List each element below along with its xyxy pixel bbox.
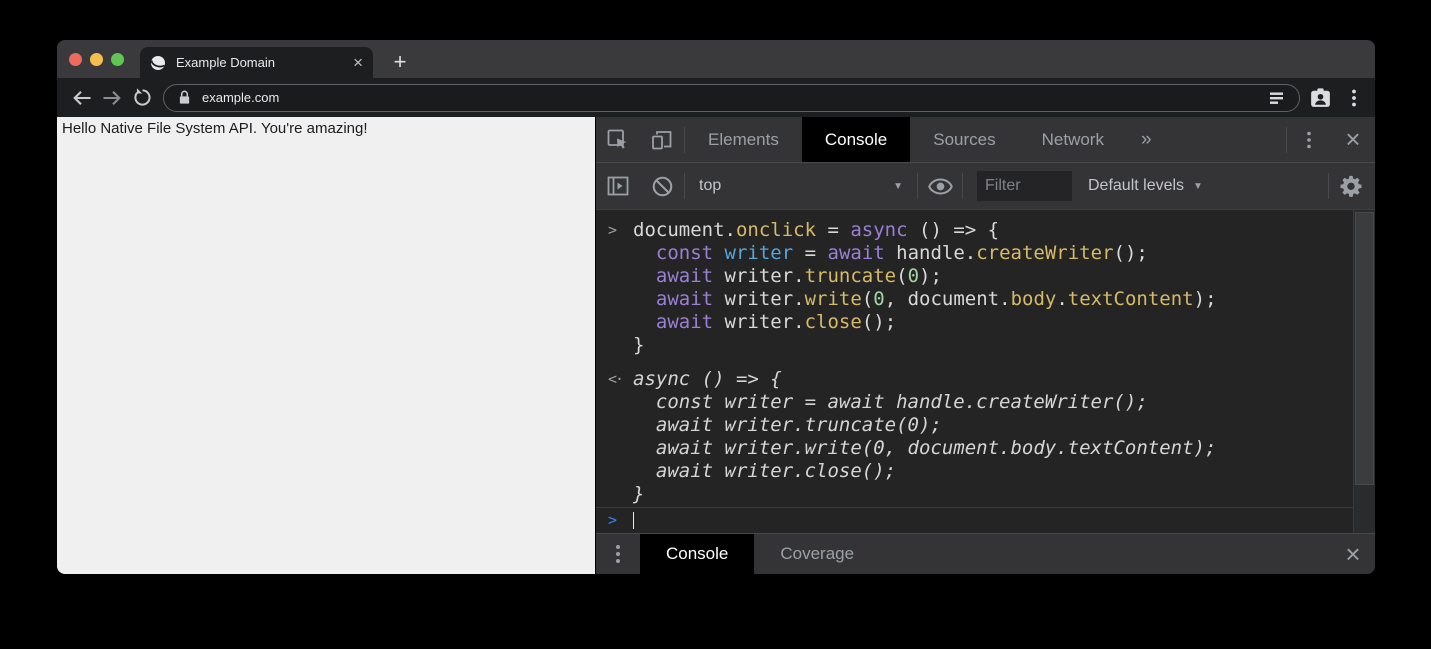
command-marker: > bbox=[596, 219, 633, 357]
reload-icon bbox=[131, 86, 154, 109]
browser-menu-button[interactable] bbox=[1343, 87, 1365, 109]
filter-input[interactable] bbox=[977, 171, 1072, 201]
code-line: const writer = await handle.createWriter… bbox=[633, 242, 1217, 265]
code-line: } bbox=[633, 334, 1217, 357]
prompt-marker: > bbox=[596, 509, 633, 532]
kebab-menu-icon bbox=[1299, 130, 1319, 150]
globe-favicon-icon bbox=[150, 55, 166, 71]
scrollbar-thumb[interactable] bbox=[1355, 212, 1374, 485]
console-scrollbar[interactable] bbox=[1353, 210, 1375, 533]
inspect-element-button[interactable] bbox=[596, 117, 640, 162]
browser-window: Example Domain × + bbox=[57, 40, 1375, 574]
code-line: async () => { bbox=[633, 368, 1216, 391]
live-expression-button[interactable] bbox=[918, 173, 962, 200]
console-toolbar: top ▼ Default levels ▼ bbox=[596, 163, 1375, 210]
context-selector[interactable]: top ▼ bbox=[685, 177, 917, 195]
console-prompt[interactable]: > bbox=[596, 507, 1375, 533]
devtools-menu-button[interactable] bbox=[1287, 117, 1331, 162]
drawer-close-button[interactable]: × bbox=[1331, 534, 1375, 574]
tab-network[interactable]: Network bbox=[1019, 117, 1127, 162]
tab-close-button[interactable]: × bbox=[353, 54, 363, 71]
code-line: await writer.truncate(0); bbox=[633, 414, 1216, 437]
tab-strip: Example Domain × + bbox=[57, 40, 1375, 78]
console-sidebar-toggle-button[interactable] bbox=[596, 173, 640, 199]
tab-title: Example Domain bbox=[176, 55, 353, 70]
code-line: } bbox=[633, 483, 1216, 506]
traffic-lights bbox=[69, 40, 124, 78]
code-line: document.onclick = async () => { bbox=[633, 219, 1217, 242]
block-icon bbox=[650, 174, 675, 199]
profile-button[interactable] bbox=[1308, 85, 1333, 110]
omnibox-list-icon[interactable] bbox=[1267, 88, 1287, 108]
page-content: Hello Native File System API. You're ama… bbox=[57, 117, 595, 574]
address-toolbar: example.com bbox=[57, 78, 1375, 117]
page-body-text: Hello Native File System API. You're ama… bbox=[62, 120, 368, 137]
console-result-code: async () => { const writer = await handl… bbox=[633, 368, 1216, 506]
console-messages: > document.onclick = async () => { const… bbox=[596, 210, 1375, 507]
forward-button[interactable] bbox=[97, 83, 127, 113]
devtools-tabbar: Elements Console Sources Network » × bbox=[596, 117, 1375, 163]
url-text: example.com bbox=[202, 90, 279, 105]
omnibox[interactable]: example.com bbox=[163, 84, 1300, 112]
console-command-code: document.onclick = async () => { const w… bbox=[633, 219, 1217, 357]
code-line: await writer.close(); bbox=[633, 460, 1216, 483]
back-button[interactable] bbox=[67, 83, 97, 113]
minimize-window-button[interactable] bbox=[90, 53, 103, 66]
code-line: await writer.write(0, document.body.text… bbox=[633, 437, 1216, 460]
device-toolbar-icon bbox=[649, 127, 675, 153]
code-line: await writer.truncate(0); bbox=[633, 265, 1217, 288]
console-pane: > document.onclick = async () => { const… bbox=[596, 210, 1375, 533]
panel-toggle-icon bbox=[605, 173, 631, 199]
zoom-window-button[interactable] bbox=[111, 53, 124, 66]
console-result-entry: <· async () => { const writer = await ha… bbox=[596, 365, 1375, 507]
tab-elements[interactable]: Elements bbox=[685, 117, 802, 162]
code-line: await writer.write(0, document.body.text… bbox=[633, 288, 1217, 311]
code-line: const writer = await handle.createWriter… bbox=[633, 391, 1216, 414]
close-window-button[interactable] bbox=[69, 53, 82, 66]
tab-sources[interactable]: Sources bbox=[910, 117, 1018, 162]
drawer-menu-button[interactable] bbox=[596, 534, 640, 574]
inspect-cursor-icon bbox=[605, 127, 631, 153]
devtools-close-button[interactable]: × bbox=[1331, 117, 1375, 162]
kebab-menu-icon bbox=[1343, 87, 1365, 109]
text-caret bbox=[633, 512, 634, 529]
kebab-menu-icon bbox=[608, 543, 628, 565]
lock-icon bbox=[176, 88, 193, 107]
clear-console-button[interactable] bbox=[640, 174, 684, 199]
context-label: top bbox=[699, 177, 721, 195]
console-command-entry: > document.onclick = async () => { const… bbox=[596, 216, 1375, 360]
devtools-drawer: Console Coverage × bbox=[596, 533, 1375, 574]
browser-tab[interactable]: Example Domain × bbox=[140, 47, 373, 78]
gear-icon bbox=[1338, 173, 1364, 199]
devtools-panel: Elements Console Sources Network » × bbox=[595, 117, 1375, 574]
chevron-down-icon: ▼ bbox=[893, 181, 903, 192]
code-line: await writer.close(); bbox=[633, 311, 1217, 334]
device-toolbar-button[interactable] bbox=[640, 117, 684, 162]
drawer-tab-coverage[interactable]: Coverage bbox=[754, 534, 880, 574]
person-badge-icon bbox=[1308, 85, 1333, 110]
reload-button[interactable] bbox=[127, 83, 157, 113]
drawer-tab-console[interactable]: Console bbox=[640, 534, 754, 574]
arrow-right-icon bbox=[100, 86, 124, 110]
chevron-down-icon: ▼ bbox=[1193, 181, 1203, 192]
arrow-left-icon bbox=[70, 86, 94, 110]
log-levels-label: Default levels bbox=[1088, 177, 1184, 195]
eye-icon bbox=[927, 173, 954, 200]
result-marker: <· bbox=[596, 368, 633, 506]
console-settings-button[interactable] bbox=[1329, 173, 1373, 199]
tab-console[interactable]: Console bbox=[802, 117, 910, 162]
log-levels-dropdown[interactable]: Default levels ▼ bbox=[1084, 177, 1217, 195]
new-tab-button[interactable]: + bbox=[385, 47, 415, 77]
more-tabs-button[interactable]: » bbox=[1127, 117, 1166, 162]
